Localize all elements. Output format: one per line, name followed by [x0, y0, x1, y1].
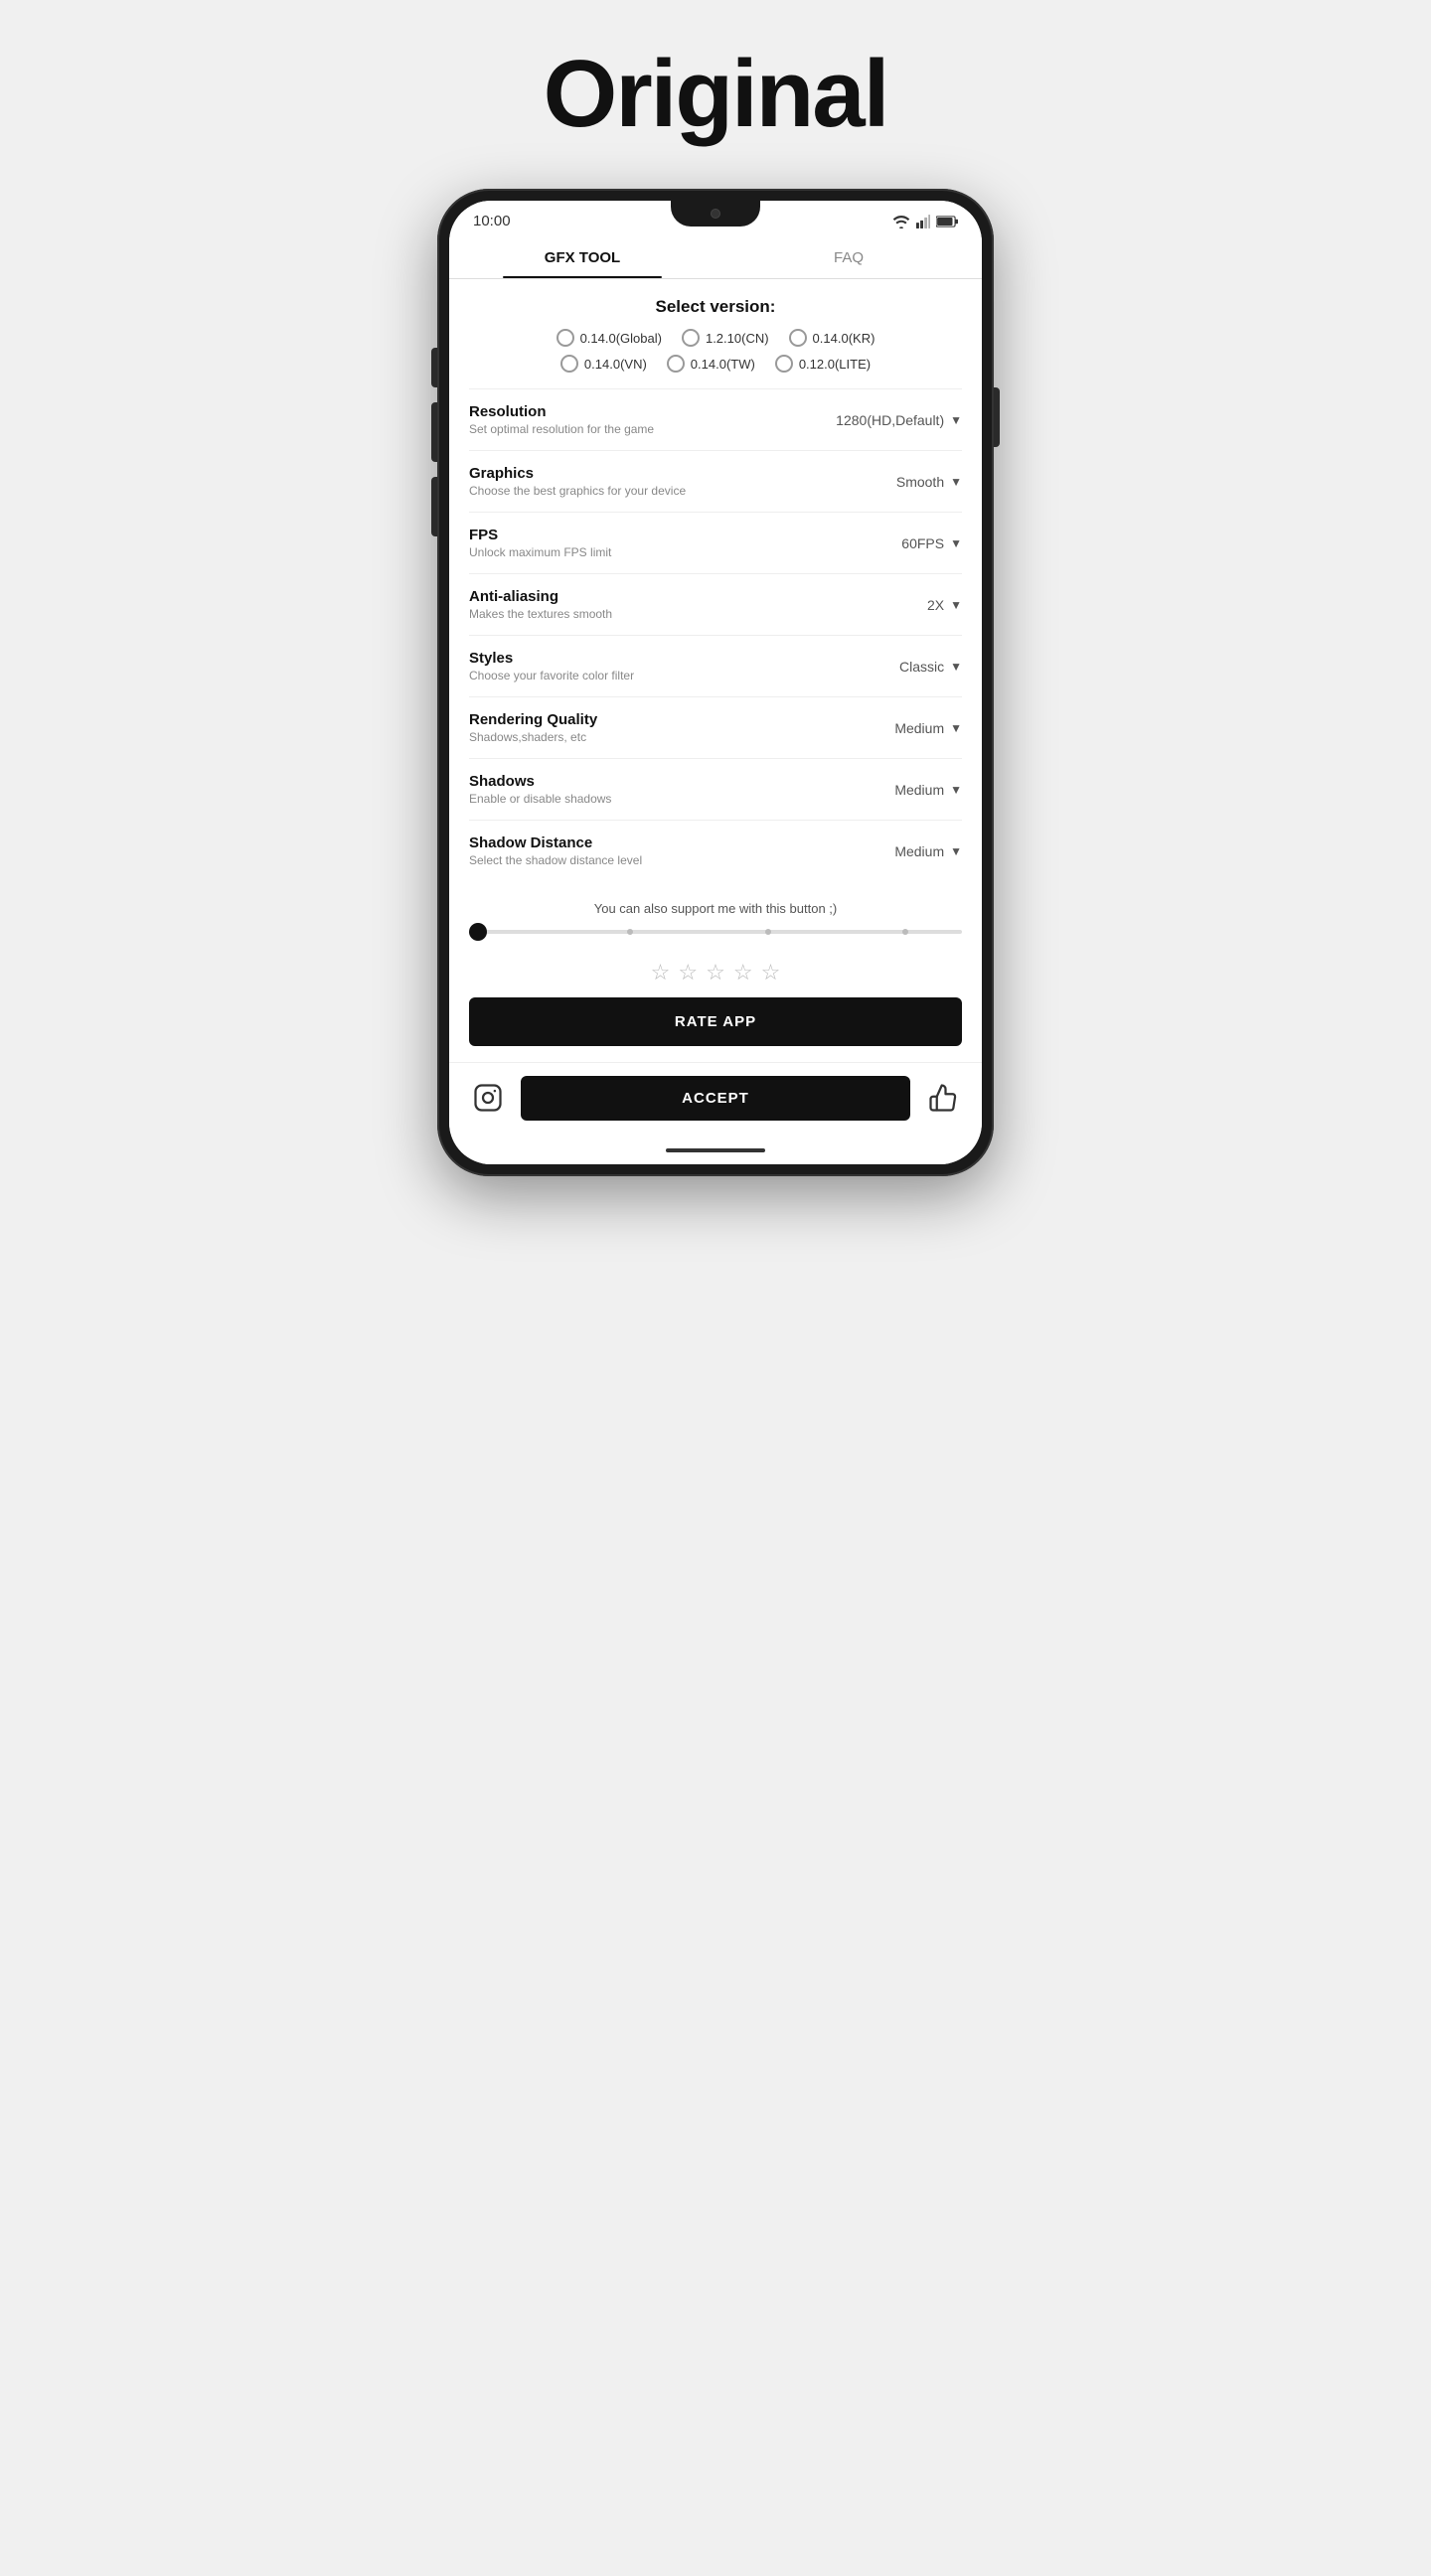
phone-screen: 10:00: [449, 201, 982, 1164]
version-option-global[interactable]: 0.14.0(Global): [556, 329, 662, 347]
volume-down-button: [431, 477, 437, 536]
tab-bar: GFX TOOL FAQ: [449, 233, 982, 279]
setting-shadow-distance: Shadow Distance Select the shadow distan…: [469, 820, 962, 881]
bottom-bar: ACCEPT: [449, 1062, 982, 1140]
setting-resolution: Resolution Set optimal resolution for th…: [469, 388, 962, 450]
thumbsup-button[interactable]: [920, 1075, 966, 1121]
setting-antialiasing: Anti-aliasing Makes the textures smooth …: [469, 573, 962, 635]
status-icons: [892, 215, 958, 228]
graphics-dropdown-arrow: ▼: [950, 475, 962, 489]
version-option-vn[interactable]: 0.14.0(VN): [560, 355, 647, 373]
support-text: You can also support me with this button…: [469, 901, 962, 916]
styles-dropdown[interactable]: Classic ▼: [899, 659, 962, 675]
shadows-dropdown[interactable]: Medium ▼: [894, 782, 962, 798]
battery-icon: [936, 216, 958, 227]
resolution-dropdown-arrow: ▼: [950, 413, 962, 427]
radio-kr[interactable]: [789, 329, 807, 347]
graphics-dropdown[interactable]: Smooth ▼: [896, 474, 962, 490]
styles-dropdown-arrow: ▼: [950, 660, 962, 674]
fps-dropdown-arrow: ▼: [950, 536, 962, 550]
fps-dropdown[interactable]: 60FPS ▼: [901, 535, 962, 551]
support-section: You can also support me with this button…: [469, 881, 962, 960]
tab-gfx-tool[interactable]: GFX TOOL: [449, 233, 716, 278]
shadows-dropdown-arrow: ▼: [950, 783, 962, 797]
version-option-tw[interactable]: 0.14.0(TW): [667, 355, 755, 373]
wifi-icon: [892, 215, 910, 228]
radio-global[interactable]: [556, 329, 574, 347]
home-bar: [666, 1148, 765, 1152]
shadow-distance-dropdown-arrow: ▼: [950, 844, 962, 858]
version-row-1: 0.14.0(Global) 1.2.10(CN) 0.14.0(KR): [469, 329, 962, 347]
slider-tick-2: [765, 929, 771, 935]
version-option-cn[interactable]: 1.2.10(CN): [682, 329, 769, 347]
phone-frame: 10:00: [437, 189, 994, 1176]
setting-rendering-quality: Rendering Quality Shadows,shaders, etc M…: [469, 696, 962, 758]
thumbsup-icon: [928, 1083, 958, 1113]
radio-vn[interactable]: [560, 355, 578, 373]
home-indicator: [449, 1140, 982, 1164]
instagram-button[interactable]: [465, 1075, 511, 1121]
notch: [671, 201, 760, 227]
star-3[interactable]: ☆: [706, 960, 725, 985]
antialiasing-dropdown[interactable]: 2X ▼: [927, 597, 962, 613]
rendering-quality-dropdown-arrow: ▼: [950, 721, 962, 735]
volume-up-button: [431, 402, 437, 462]
setting-fps: FPS Unlock maximum FPS limit 60FPS ▼: [469, 512, 962, 573]
support-slider[interactable]: [469, 930, 962, 934]
radio-tw[interactable]: [667, 355, 685, 373]
status-bar: 10:00: [449, 201, 982, 233]
star-1[interactable]: ☆: [651, 960, 671, 985]
shadow-distance-dropdown[interactable]: Medium ▼: [894, 843, 962, 859]
star-5[interactable]: ☆: [761, 960, 781, 985]
radio-cn[interactable]: [682, 329, 700, 347]
version-section-title: Select version:: [469, 279, 962, 329]
version-row-2: 0.14.0(VN) 0.14.0(TW) 0.12.0(LITE): [469, 355, 962, 373]
resolution-dropdown[interactable]: 1280(HD,Default) ▼: [836, 412, 962, 428]
rendering-quality-dropdown[interactable]: Medium ▼: [894, 720, 962, 736]
version-option-lite[interactable]: 0.12.0(LITE): [775, 355, 871, 373]
setting-shadows: Shadows Enable or disable shadows Medium…: [469, 758, 962, 820]
power-button: [994, 387, 1000, 447]
rate-app-button[interactable]: RATE APP: [469, 997, 962, 1046]
radio-lite[interactable]: [775, 355, 793, 373]
slider-thumb[interactable]: [469, 923, 487, 941]
version-option-kr[interactable]: 0.14.0(KR): [789, 329, 875, 347]
slider-tick-1: [627, 929, 633, 935]
mute-button: [431, 348, 437, 387]
accept-button[interactable]: ACCEPT: [521, 1076, 910, 1121]
instagram-icon: [473, 1083, 503, 1113]
status-time: 10:00: [473, 213, 511, 229]
camera-dot: [711, 209, 720, 219]
setting-graphics: Graphics Choose the best graphics for yo…: [469, 450, 962, 512]
slider-tick-3: [902, 929, 908, 935]
star-4[interactable]: ☆: [733, 960, 753, 985]
signal-icon: [916, 215, 930, 228]
version-grid: 0.14.0(Global) 1.2.10(CN) 0.14.0(KR) 0.1…: [469, 329, 962, 373]
content-area: Select version: 0.14.0(Global) 1.2.10(CN…: [449, 279, 982, 1046]
setting-styles: Styles Choose your favorite color filter…: [469, 635, 962, 696]
page-title: Original: [544, 40, 888, 149]
star-rating[interactable]: ☆ ☆ ☆ ☆ ☆: [469, 960, 962, 985]
antialiasing-dropdown-arrow: ▼: [950, 598, 962, 612]
star-2[interactable]: ☆: [678, 960, 698, 985]
tab-faq[interactable]: FAQ: [716, 233, 982, 278]
